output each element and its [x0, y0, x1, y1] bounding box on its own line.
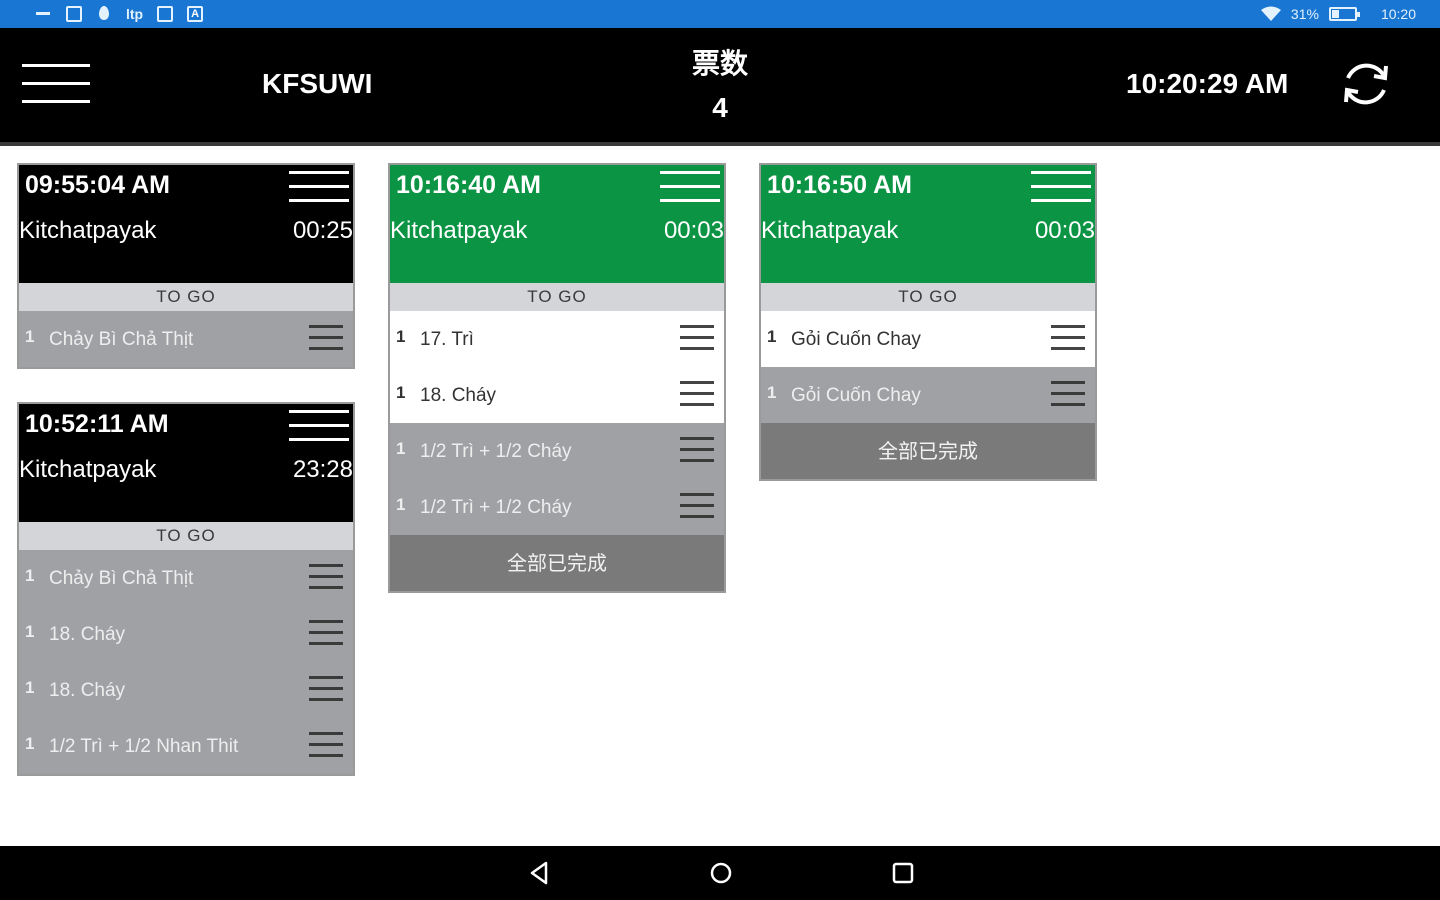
wifi-icon [1260, 6, 1281, 21]
ticket-customer-name: Kitchatpayak [19, 217, 157, 244]
app-header: KFSUWI 票数 4 10:20:29 AM [0, 28, 1440, 146]
ticket-time: 09:55:04 AM [25, 171, 170, 199]
item-quantity: 1 [25, 566, 35, 585]
ticket-customer-name: Kitchatpayak [761, 217, 899, 244]
ticket-item[interactable]: 1 18. Cháy [19, 606, 353, 662]
ticket-menu-icon[interactable] [289, 169, 349, 205]
item-quantity: 1 [767, 383, 777, 402]
ticket-item[interactable]: 1 1/2 Trì + 1/2 Nhan Thit [19, 718, 353, 774]
item-menu-icon[interactable] [309, 325, 343, 351]
ticket-menu-icon[interactable] [289, 408, 349, 444]
item-quantity: 1 [25, 678, 35, 697]
location-pin-icon [96, 6, 112, 22]
complete-all-button[interactable]: 全部已完成 [761, 423, 1095, 479]
item-menu-icon[interactable] [309, 620, 343, 646]
battery-icon [1328, 7, 1360, 21]
ticket-item[interactable]: 1 18. Cháy [19, 662, 353, 718]
item-name: 1/2 Trì + 1/2 Cháy [420, 497, 572, 518]
recents-icon[interactable] [888, 858, 918, 888]
status-bar-system: 31% 10:20 [1260, 4, 1416, 24]
ticket-elapsed-time: 00:03 [1034, 217, 1095, 244]
item-quantity: 1 [767, 327, 777, 346]
refresh-icon[interactable] [1338, 56, 1394, 112]
back-icon[interactable] [524, 858, 554, 888]
ticket-time: 10:16:40 AM [396, 171, 541, 199]
ticket-header: 10:52:11 AM Kitchatpayak 23:28 [19, 404, 353, 522]
item-menu-icon[interactable] [1051, 325, 1085, 351]
item-name: 1/2 Trì + 1/2 Cháy [420, 441, 572, 462]
ticket-header: 10:16:50 AM Kitchatpayak 00:03 [761, 165, 1095, 283]
item-menu-icon[interactable] [309, 676, 343, 702]
ticket-menu-icon[interactable] [660, 169, 720, 205]
ticket-card: 10:16:50 AM Kitchatpayak 00:03 TO GO 1 G… [759, 163, 1097, 481]
a-icon: A [187, 6, 204, 22]
item-name: 18. Cháy [49, 680, 126, 701]
item-name: Gỏi Cuốn Chay [791, 329, 921, 350]
status-time: 10:20 [1380, 6, 1416, 22]
ticket-order-type: TO GO [390, 283, 724, 311]
item-name: Chảy Bì Chả Thịt [49, 329, 194, 350]
ticket-count-value: 4 [712, 92, 728, 123]
ticket-elapsed-time: 00:03 [663, 217, 724, 244]
ticket-item[interactable]: 1 18. Cháy [390, 367, 724, 423]
ticket-item[interactable]: 1 Gỏi Cuốn Chay [761, 311, 1095, 367]
item-name: 18. Cháy [49, 624, 126, 645]
screen-icon [66, 6, 82, 22]
item-menu-icon[interactable] [1051, 381, 1085, 407]
photo-icon [157, 6, 174, 22]
complete-all-button[interactable]: 全部已完成 [390, 535, 724, 591]
item-name: 17. Trì [420, 329, 474, 350]
item-menu-icon[interactable] [309, 564, 343, 590]
item-name: Chảy Bì Chả Thịt [49, 568, 194, 589]
ticket-order-type: TO GO [761, 283, 1095, 311]
ticket-elapsed-time: 00:25 [292, 217, 353, 244]
ticket-count-label: 票数 [691, 47, 748, 80]
ticket-card: 09:55:04 AM Kitchatpayak 00:25 TO GO 1 C… [17, 163, 355, 369]
ticket-header: 09:55:04 AM Kitchatpayak 00:25 [19, 165, 353, 283]
item-menu-icon[interactable] [680, 325, 714, 351]
ticket-count: 票数 4 [660, 42, 780, 124]
ticket-card: 10:16:40 AM Kitchatpayak 00:03 TO GO 1 1… [388, 163, 726, 593]
ticket-header: 10:16:40 AM Kitchatpayak 00:03 [390, 165, 724, 283]
ticket-customer-name: Kitchatpayak [390, 217, 528, 244]
item-menu-icon[interactable] [309, 732, 343, 758]
item-name: 18. Cháy [420, 385, 497, 406]
home-icon[interactable] [706, 858, 736, 888]
ticket-order-type: TO GO [19, 522, 353, 550]
item-quantity: 1 [396, 495, 406, 514]
ticket-elapsed-time: 23:28 [292, 456, 353, 483]
item-quantity: 1 [396, 327, 406, 346]
ticket-item[interactable]: 1 1/2 Trì + 1/2 Cháy [390, 423, 724, 479]
header-clock: 10:20:29 AM [1126, 68, 1289, 99]
item-quantity: 1 [25, 622, 35, 641]
ticket-item[interactable]: 1 Chảy Bì Chả Thịt [19, 550, 353, 606]
app-icon-ltp: ltp [126, 6, 144, 22]
item-quantity: 1 [25, 734, 35, 753]
ticket-menu-icon[interactable] [1031, 169, 1091, 205]
item-menu-icon[interactable] [680, 493, 714, 519]
item-name: Gỏi Cuốn Chay [791, 385, 921, 406]
notification-dash-icon [36, 6, 52, 22]
ticket-time: 10:52:11 AM [25, 410, 169, 438]
status-bar-notifications: ltp A [36, 4, 204, 24]
item-name: 1/2 Trì + 1/2 Nhan Thit [49, 736, 239, 757]
ticket-item[interactable]: 1 17. Trì [390, 311, 724, 367]
system-nav-bar [0, 846, 1440, 900]
ticket-time: 10:16:50 AM [767, 171, 912, 199]
status-bar: ltp A 31% 10:20 [0, 0, 1440, 28]
ticket-customer-name: Kitchatpayak [19, 456, 157, 483]
ticket-item[interactable]: 1 Gỏi Cuốn Chay [761, 367, 1095, 423]
store-name: KFSUWI [262, 68, 373, 99]
ticket-card: 10:52:11 AM Kitchatpayak 23:28 TO GO 1 C… [17, 402, 355, 776]
ticket-item[interactable]: 1 1/2 Trì + 1/2 Cháy [390, 479, 724, 535]
hamburger-menu-icon[interactable] [22, 60, 92, 108]
item-menu-icon[interactable] [680, 437, 714, 463]
item-menu-icon[interactable] [680, 381, 714, 407]
item-quantity: 1 [396, 439, 406, 458]
ticket-item[interactable]: 1 Chảy Bì Chả Thịt [19, 311, 353, 367]
item-quantity: 1 [396, 383, 406, 402]
battery-percent: 31% [1290, 6, 1319, 22]
item-quantity: 1 [25, 327, 35, 346]
ticket-order-type: TO GO [19, 283, 353, 311]
